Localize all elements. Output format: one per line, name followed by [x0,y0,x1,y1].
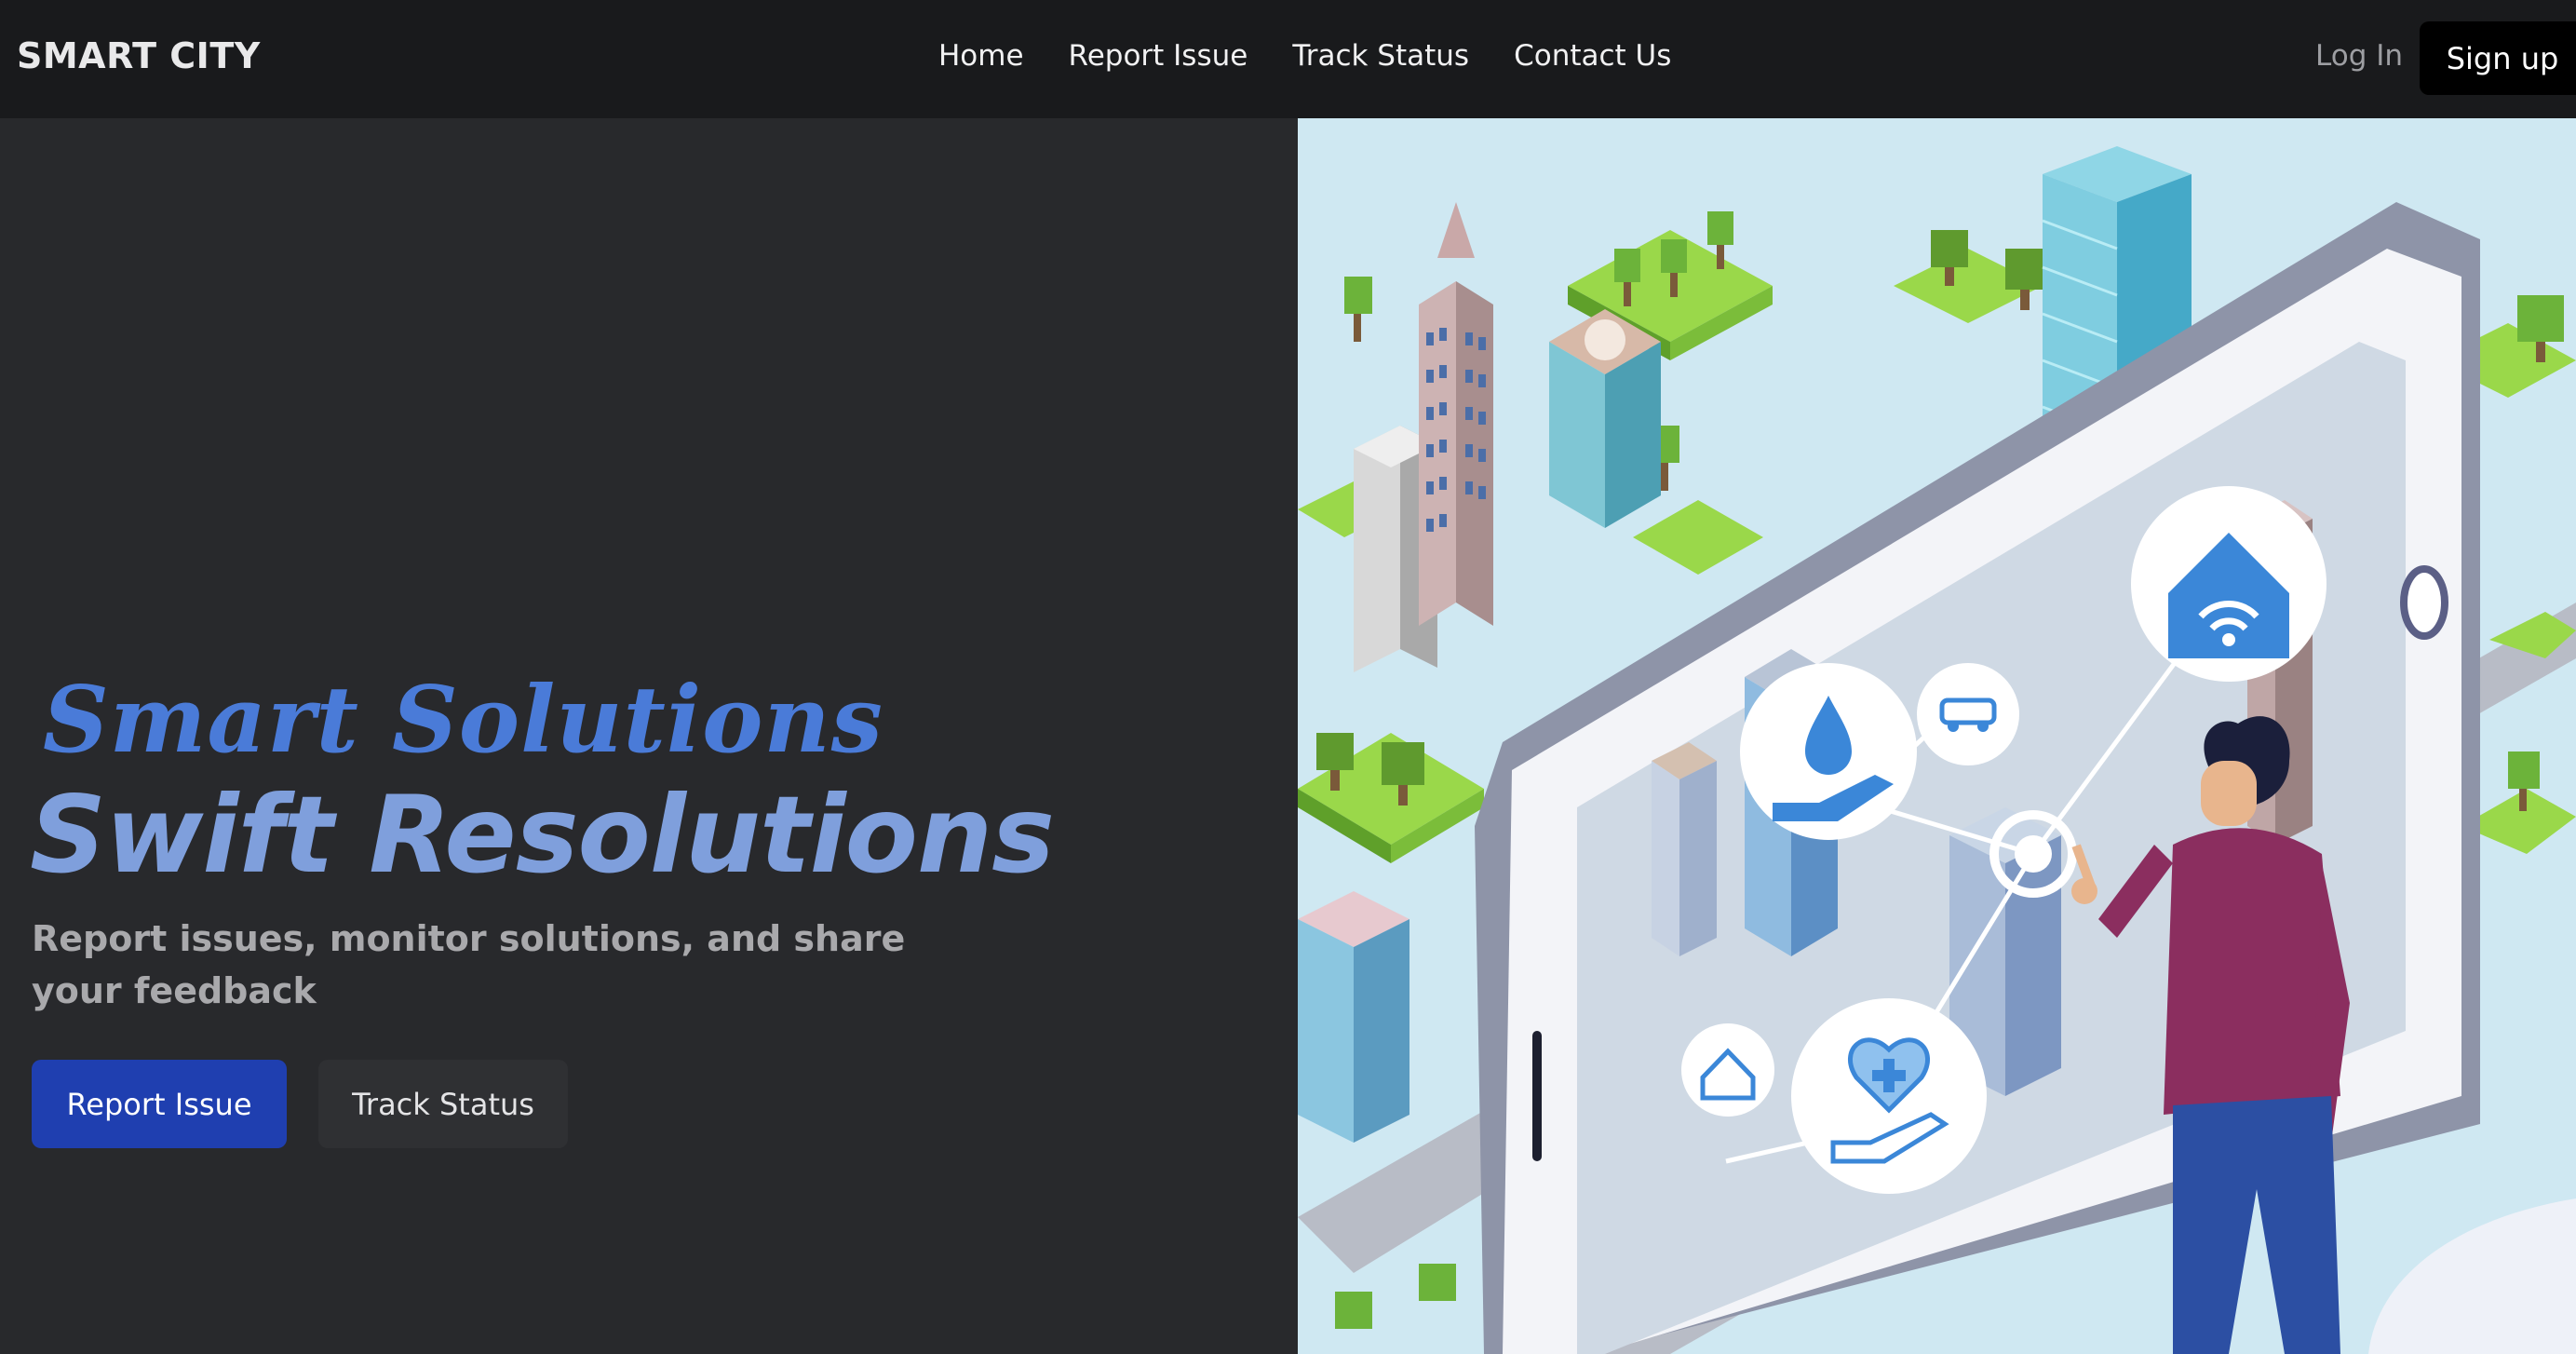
hero-subtitle: Report issues, monitor solutions, and sh… [32,918,906,1011]
signup-button[interactable]: Sign up [2420,21,2576,95]
hero-heading-line1: Smart Solutions [43,667,883,774]
report-issue-button[interactable]: Report Issue [32,1060,287,1148]
home-icon [1681,1023,1774,1117]
login-link[interactable]: Log In [2315,39,2403,73]
track-status-button[interactable]: Track Status [318,1060,568,1148]
nav-report-issue-link[interactable]: Report Issue [1069,39,1248,73]
brand-logo[interactable]: SMART CITY [17,35,261,76]
nav-track-status-link[interactable]: Track Status [1292,39,1469,73]
top-navbar: SMART CITY Home Report Issue Track Statu… [0,0,2576,118]
water-drop-hand-icon [1740,663,1917,840]
illustration-svg [1298,118,2576,1354]
nav-contact-us-link[interactable]: Contact Us [1514,39,1671,73]
smart-home-wifi-icon [2131,486,2326,682]
nav-links: Home Report Issue Track Status Contact U… [938,39,1671,73]
smart-city-illustration [1298,118,2576,1354]
healthcare-hand-icon [1791,998,1987,1194]
nav-home-link[interactable]: Home [938,39,1024,73]
hero-heading-line2: Swift Resolutions [30,773,1055,897]
car-icon [1917,663,2019,765]
